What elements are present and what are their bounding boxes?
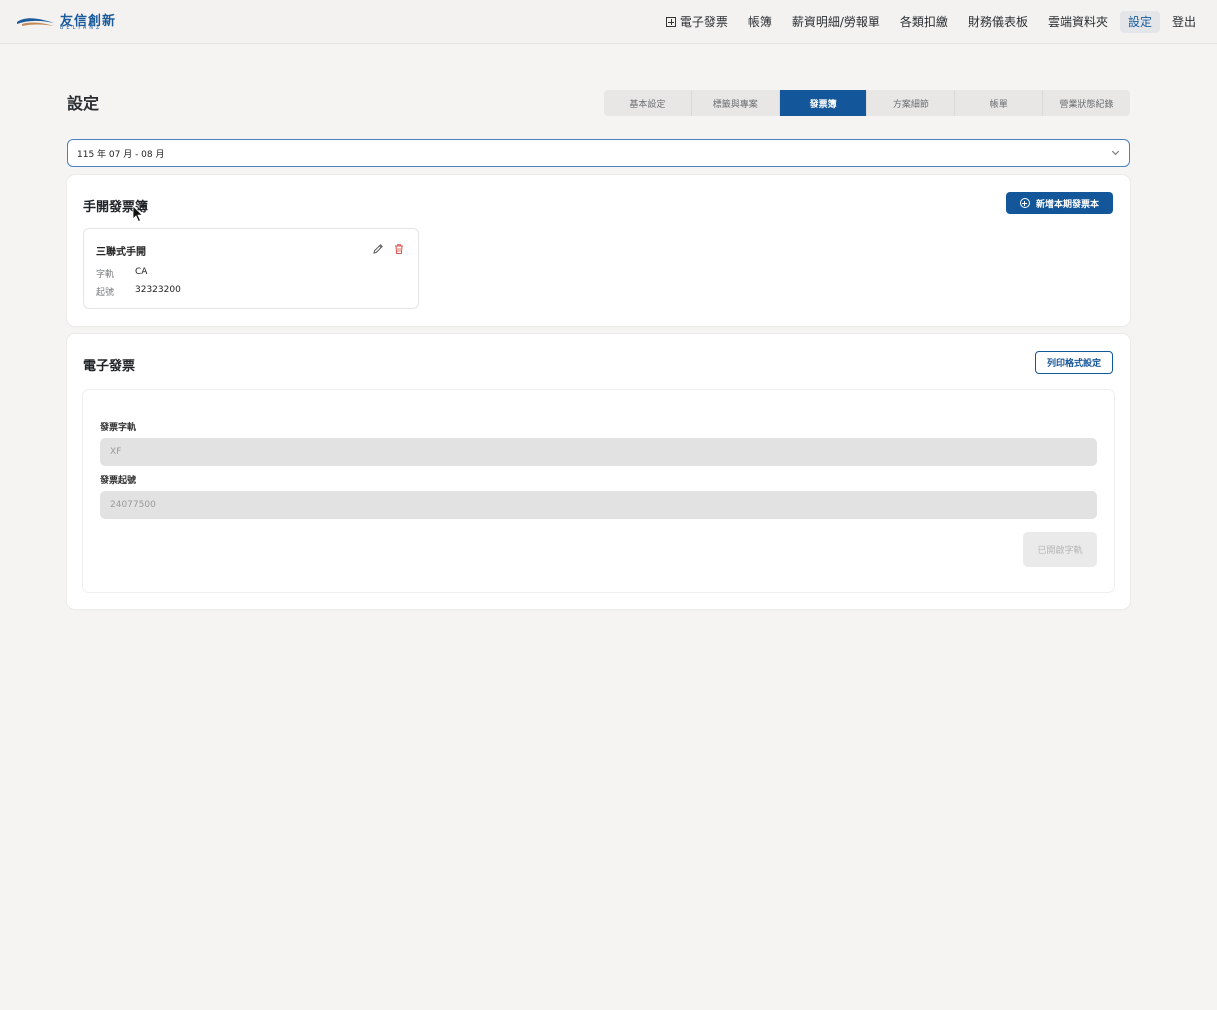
- logo-swoosh-icon: [17, 18, 54, 26]
- book-start-label: 起號: [96, 288, 115, 298]
- settings-tabs: 基本設定 標籤與專案 發票簿 方案細節 帳單 營業狀態紀錄: [604, 90, 1130, 116]
- add-invoice-book-label: 新增本期發票本: [1035, 199, 1099, 210]
- book-title: 三聯式手開: [96, 247, 146, 258]
- brand-logo[interactable]: 友信創新 BELIANZ: [16, 10, 116, 34]
- nav-logout[interactable]: 登出: [1164, 11, 1204, 33]
- tab-plan-details[interactable]: 方案細節: [867, 90, 956, 116]
- book-prefix-label: 字軌: [96, 270, 115, 280]
- einvoice-title: 電子發票: [83, 359, 136, 374]
- book-prefix-value: CA: [135, 267, 148, 277]
- einvoice-start-field: 24077500: [100, 491, 1097, 519]
- main-nav: 電子發票 帳簿 薪資明細/勞報單 各類扣繳 財務儀表板 雲端資料夾 設定 登出: [658, 11, 1204, 33]
- trash-icon[interactable]: [393, 243, 405, 255]
- tab-billing[interactable]: 帳單: [955, 90, 1044, 116]
- plus-circle-icon: [1019, 198, 1030, 208]
- nav-dashboard[interactable]: 財務儀表板: [960, 11, 1036, 33]
- book-start-value: 32323200: [135, 285, 181, 295]
- nav-einvoice[interactable]: 電子發票: [658, 11, 736, 33]
- einvoice-prefix-field: XF: [100, 438, 1097, 466]
- einvoice-start-label: 發票起號: [100, 476, 137, 486]
- tab-tags-projects[interactable]: 標籤與專案: [692, 90, 780, 116]
- tab-basic-settings[interactable]: 基本設定: [604, 90, 692, 116]
- brand-sub: BELIANZ: [60, 25, 103, 31]
- book-start-row: 起號 32323200: [96, 285, 181, 298]
- top-navbar: 友信創新 BELIANZ 電子發票 帳簿 薪資明細/勞報單 各類扣繳 財務儀表板…: [0, 0, 1217, 44]
- nav-label: 電子發票: [679, 15, 728, 29]
- chevron-down-icon: [1111, 147, 1120, 156]
- mouse-cursor-icon: [132, 205, 144, 223]
- nav-cloud-folder[interactable]: 雲端資料夾: [1040, 11, 1116, 33]
- einvoice-prefix-value: XF: [110, 447, 122, 457]
- nav-settings[interactable]: 設定: [1119, 11, 1160, 33]
- nav-withholding[interactable]: 各類扣繳: [892, 11, 956, 33]
- einvoice-start-value: 24077500: [110, 500, 156, 510]
- tab-invoice-books[interactable]: 發票簿: [779, 90, 868, 116]
- einvoice-settings-panel: 發票字軌 XF 發票起號 24077500 已開啟字軌: [83, 390, 1114, 592]
- print-format-settings-button[interactable]: 列印格式設定: [1035, 351, 1113, 374]
- plus-square-icon: [665, 17, 676, 27]
- add-invoice-book-button[interactable]: 新增本期發票本: [1006, 192, 1113, 214]
- opened-prefix-button: 已開啟字軌: [1023, 532, 1097, 567]
- tab-business-status-log[interactable]: 營業狀態紀錄: [1043, 90, 1130, 116]
- manual-invoice-books-card: 手開發票簿 新增本期發票本 三聯式手開 字軌 CA 起號 32323200: [67, 175, 1130, 326]
- invoice-book-item: 三聯式手開 字軌 CA 起號 32323200: [83, 228, 419, 309]
- book-prefix-row: 字軌 CA: [96, 267, 147, 280]
- page-title: 設定: [67, 94, 100, 113]
- period-select[interactable]: 115 年 07 月 - 08 月: [67, 139, 1130, 167]
- einvoice-card: 電子發票 列印格式設定 發票字軌 XF 發票起號 24077500 已開啟字軌: [67, 334, 1130, 609]
- nav-payroll[interactable]: 薪資明細/勞報單: [784, 11, 888, 33]
- nav-ledger[interactable]: 帳簿: [740, 11, 780, 33]
- einvoice-prefix-label: 發票字軌: [100, 423, 137, 433]
- period-value: 115 年 07 月 - 08 月: [77, 149, 165, 160]
- pencil-icon[interactable]: [372, 243, 384, 255]
